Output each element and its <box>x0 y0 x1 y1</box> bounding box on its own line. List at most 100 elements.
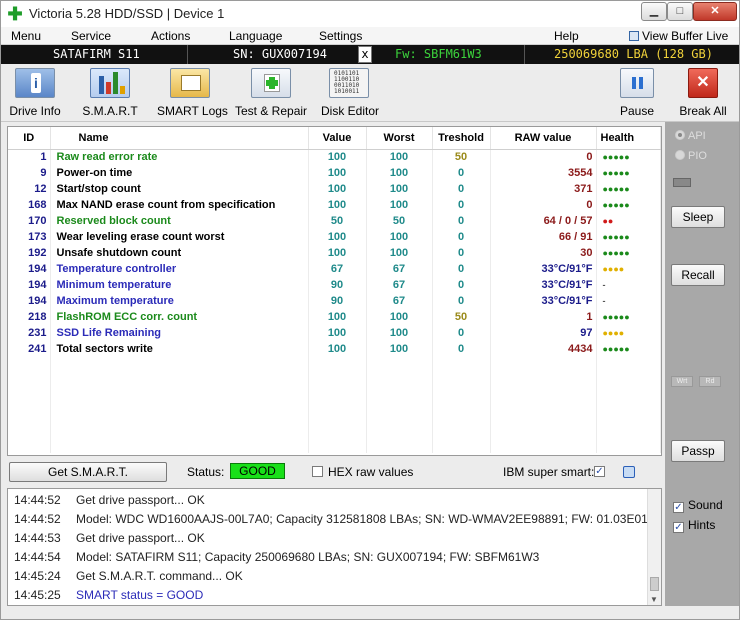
header-health[interactable]: Health <box>596 127 661 150</box>
break-all-button[interactable]: ✕ Break All <box>677 68 729 118</box>
table-row[interactable]: 1 Raw read error rate 100 100 50 0 ●●●●● <box>8 149 661 165</box>
header-value[interactable]: Value <box>308 127 367 150</box>
empty-cell <box>366 373 433 389</box>
table-header-row: ID Name Value Worst Treshold RAW value H… <box>8 127 661 150</box>
empty-cell <box>8 421 51 437</box>
smart-button[interactable]: S.M.A.R.T <box>79 68 141 118</box>
table-row[interactable]: 9 Power-on time 100 100 0 3554 ●●●●● <box>8 165 661 181</box>
empty-cell <box>596 421 661 437</box>
table-row[interactable]: 231 SSD Life Remaining 100 100 0 97 ●●●● <box>8 325 661 341</box>
table-row[interactable]: 170 Reserved block count 50 50 0 64 / 0 / 57 ●… <box>8 213 661 229</box>
empty-cell <box>490 405 597 421</box>
header-worst[interactable]: Worst <box>366 127 433 150</box>
smart-logs-button[interactable]: SMART Logs <box>157 68 228 118</box>
table-row[interactable]: 192 Unsafe shutdown count 100 100 0 30 ●●●●● <box>8 245 661 261</box>
cell-health: ●●●●● <box>596 181 661 197</box>
wrt-mini-button[interactable]: Wrt <box>671 376 693 387</box>
empty-cell <box>308 405 367 421</box>
empty-cell <box>308 437 367 453</box>
api-radio[interactable]: API <box>675 130 706 142</box>
menu-settings[interactable]: Settings <box>319 29 362 43</box>
table-row[interactable]: 173 Wear leveling erase count worst 100 100… <box>8 229 661 245</box>
empty-cell <box>596 405 661 421</box>
menu-actions[interactable]: Actions <box>151 29 190 43</box>
test-repair-label: Test & Repair <box>235 104 308 118</box>
smart-chart-icon <box>90 68 130 98</box>
menu-help[interactable]: Help <box>554 29 579 43</box>
header-id[interactable]: ID <box>8 127 51 150</box>
passp-button[interactable]: Passp <box>671 440 725 462</box>
break-all-label: Break All <box>679 104 727 118</box>
hints-checkbox[interactable]: ✓ Hints <box>673 518 715 533</box>
table-row[interactable]: 194 Temperature controller 67 67 0 33°C/91°F ●… <box>8 261 661 277</box>
device-model: SATAFIRM S11 <box>53 47 140 61</box>
cell-raw: 3554 <box>490 165 597 181</box>
cell-name: FlashROM ECC corr. count <box>50 309 309 325</box>
cell-worst: 67 <box>366 293 433 309</box>
cell-raw: 30 <box>490 245 597 261</box>
close-window-button[interactable]: ✕ <box>693 2 737 21</box>
menu-menu[interactable]: Menu <box>11 29 41 43</box>
pio-radio[interactable]: PIO <box>675 150 707 162</box>
log-time: 14:45:24 <box>14 569 61 583</box>
cell-worst: 100 <box>366 229 433 245</box>
menu-service[interactable]: Service <box>71 29 111 43</box>
pause-icon <box>620 68 654 98</box>
header-raw[interactable]: RAW value <box>490 127 597 150</box>
device-close-button[interactable]: x <box>358 46 372 63</box>
cell-value: 100 <box>308 309 367 325</box>
drive-info-button[interactable]: i Drive Info <box>9 68 61 118</box>
empty-cell <box>308 389 367 405</box>
header-threshold[interactable]: Treshold <box>432 127 491 150</box>
radio-dot-icon <box>675 150 685 160</box>
sleep-button[interactable]: Sleep <box>671 206 725 228</box>
cell-raw: 33°C/91°F <box>490 277 597 293</box>
table-row[interactable]: 194 Minimum temperature 90 67 0 33°C/91°F - <box>8 277 661 293</box>
minimize-button[interactable]: ▁ <box>641 2 667 21</box>
table-row[interactable]: 168 Max NAND erase count from specificati… <box>8 197 661 213</box>
cell-name: Minimum temperature <box>50 277 309 293</box>
empty-cell <box>308 373 367 389</box>
ibm-super-smart-checkbox[interactable]: ✓ <box>594 466 605 477</box>
empty-cell <box>8 437 51 453</box>
drive-info-label: Drive Info <box>9 104 61 118</box>
empty-cell <box>432 437 491 453</box>
log-message: Get S.M.A.R.T. command... OK <box>76 569 243 583</box>
checkbox-icon: ✓ <box>673 522 684 533</box>
hex-raw-checkbox[interactable] <box>312 466 323 477</box>
scroll-down-arrow-icon[interactable]: ▼ <box>650 595 658 604</box>
smart-table-panel: ID Name Value Worst Treshold RAW value H… <box>7 126 662 456</box>
empty-cell <box>596 437 661 453</box>
menu-language[interactable]: Language <box>229 29 282 43</box>
empty-cell <box>50 437 309 453</box>
rd-mini-button[interactable]: Rd <box>699 376 721 387</box>
disk-editor-label: Disk Editor <box>321 104 380 118</box>
table-row[interactable]: 194 Maximum temperature 90 67 0 33°C/91°F - <box>8 293 661 309</box>
color-square-icon[interactable] <box>623 466 635 478</box>
cell-value: 90 <box>308 277 367 293</box>
empty-cell <box>50 405 309 421</box>
cell-id: 192 <box>8 245 51 261</box>
log-message: SMART status = GOOD <box>76 588 204 602</box>
disk-editor-button[interactable]: 0101101 1100110 0011010 1010011 Disk Editor <box>321 68 380 118</box>
log-scrollbar[interactable]: ▼ <box>647 489 661 605</box>
device-capacity: 250069680 LBA (128 GB) <box>554 47 713 61</box>
log-line: 14:45:24 Get S.M.A.R.T. command... OK <box>14 569 243 583</box>
test-repair-button[interactable]: Test & Repair <box>235 68 307 118</box>
device-serial: SN: GUX007194 <box>233 47 327 61</box>
table-row[interactable]: 218 FlashROM ECC corr. count 100 100 50 1 ●●●●… <box>8 309 661 325</box>
empty-cell <box>8 373 51 389</box>
sound-checkbox[interactable]: ✓ Sound <box>673 498 723 513</box>
recall-button[interactable]: Recall <box>671 264 725 286</box>
maximize-button[interactable]: □ <box>667 2 693 21</box>
table-row[interactable]: 241 Total sectors write 100 100 0 4434 ●●●●● <box>8 341 661 357</box>
empty-cell <box>596 357 661 373</box>
scroll-thumb[interactable] <box>650 577 659 591</box>
pause-button[interactable]: Pause <box>617 68 657 118</box>
cell-worst: 100 <box>366 325 433 341</box>
log-message: Model: WDC WD1600AAJS-00L7A0; Capacity 3… <box>76 512 648 526</box>
table-row[interactable]: 12 Start/stop count 100 100 0 371 ●●●●● <box>8 181 661 197</box>
get-smart-button[interactable]: Get S.M.A.R.T. <box>9 462 167 482</box>
view-buffer-link[interactable]: View Buffer Live <box>629 29 728 43</box>
header-name[interactable]: Name <box>50 127 309 150</box>
